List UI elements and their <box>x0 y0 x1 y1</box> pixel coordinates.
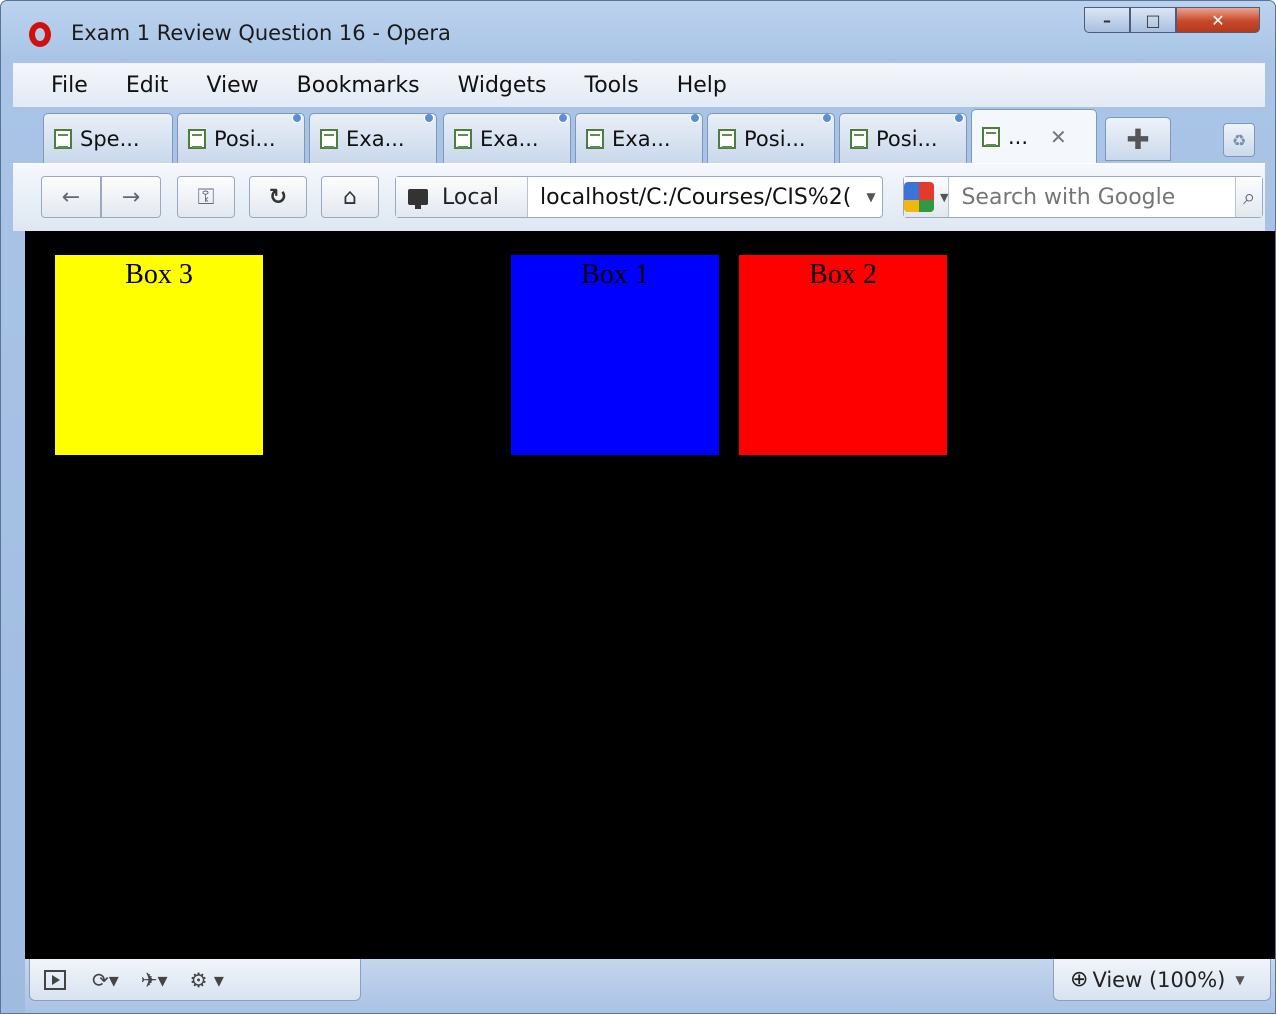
close-tab-icon[interactable]: ✕ <box>1050 125 1067 149</box>
tab-7[interactable]: Posi... <box>839 113 967 163</box>
tab-label: Spe... <box>80 126 140 151</box>
search-button[interactable]: ⌕ <box>1235 177 1262 217</box>
panel-toggle-icon[interactable] <box>44 969 66 990</box>
menu-bookmarks[interactable]: Bookmarks <box>297 73 420 98</box>
title-bar: Exam 1 Review Question 16 - Opera – □ ✕ <box>1 1 1275 63</box>
box-2: Box 2 <box>739 255 947 455</box>
search-bar: ▼ ⌕ <box>903 176 1263 218</box>
browser-window: Exam 1 Review Question 16 - Opera – □ ✕ … <box>0 0 1276 1014</box>
dragonfly-icon[interactable]: ⚙ ▾ <box>190 968 224 992</box>
forward-arrow-icon: → <box>121 184 141 210</box>
security-badge[interactable]: Local <box>396 177 528 217</box>
zoom-button[interactable]: ⊕ View (100%) ▼ <box>1053 959 1271 1001</box>
page-icon <box>454 128 472 149</box>
back-button[interactable]: ← <box>41 176 101 218</box>
tab-indicator-icon <box>690 114 700 123</box>
tab-label: Posi... <box>744 126 806 151</box>
minimize-button[interactable]: – <box>1084 7 1130 33</box>
page-icon <box>188 128 206 149</box>
page-icon <box>850 128 868 149</box>
menu-view[interactable]: View <box>206 73 258 98</box>
box-1: Box 1 <box>511 255 719 455</box>
menu-file[interactable]: File <box>51 73 88 98</box>
tab-label: Exa... <box>480 126 539 151</box>
menu-bar: File Edit View Bookmarks Widgets Tools H… <box>13 63 1265 107</box>
close-icon: ✕ <box>1211 10 1225 30</box>
box-1-label: Box 1 <box>581 259 649 290</box>
tab-indicator-icon <box>424 114 434 123</box>
tab-label: Exa... <box>612 126 671 151</box>
closed-tabs-trash-button[interactable]: ♻ <box>1223 123 1255 157</box>
back-arrow-icon: ← <box>61 184 81 210</box>
google-icon <box>904 182 934 212</box>
page-content: Box 3 Box 1 Box 2 <box>25 231 1275 959</box>
tab-4[interactable]: Exa... <box>443 113 571 163</box>
minimize-icon: – <box>1103 10 1111 30</box>
tab-label: Posi... <box>214 126 276 151</box>
tab-2[interactable]: Posi... <box>177 113 305 163</box>
tab-1[interactable]: Spe... <box>43 113 173 163</box>
home-icon: ⌂ <box>343 184 357 210</box>
home-button[interactable]: ⌂ <box>321 176 379 218</box>
menu-help[interactable]: Help <box>677 73 727 98</box>
address-bar: Local ▼ <box>395 176 883 218</box>
url-dropdown-icon[interactable]: ▼ <box>860 190 882 204</box>
maximize-button[interactable]: □ <box>1130 7 1176 33</box>
page-icon <box>54 128 72 149</box>
tab-5[interactable]: Exa... <box>575 113 703 163</box>
monitor-icon <box>408 189 428 209</box>
tab-indicator-icon <box>558 114 568 123</box>
tab-bar: Spe... Posi... Exa... Exa... Exa... Posi… <box>13 107 1265 163</box>
zoom-label: View (100%) <box>1092 967 1226 992</box>
tab-label: ... <box>1008 124 1029 149</box>
turbo-icon[interactable]: ✈▾ <box>141 968 168 992</box>
window-title: Exam 1 Review Question 16 - Opera <box>71 21 451 45</box>
opera-logo-icon <box>29 22 51 47</box>
maximize-icon: □ <box>1145 10 1161 30</box>
chevron-down-icon: ▼ <box>1235 972 1245 987</box>
status-bar: ⟳▾ ✈▾ ⚙ ▾ ⊕ View (100%) ▼ <box>25 959 1275 1013</box>
menu-tools[interactable]: Tools <box>585 73 639 98</box>
close-window-button[interactable]: ✕ <box>1176 7 1260 33</box>
navigation-bar: ← → ⚿ ↻ ⌂ Local ▼ ▼ ⌕ <box>13 163 1265 231</box>
tab-label: Exa... <box>346 126 405 151</box>
key-icon: ⚿ <box>197 184 215 210</box>
tab-indicator-icon <box>954 114 964 123</box>
unite-icon[interactable]: ⟳▾ <box>92 968 119 992</box>
search-icon: ⌕ <box>1243 184 1256 210</box>
search-engine-selector[interactable]: ▼ <box>904 177 950 217</box>
status-toolbar: ⟳▾ ✈▾ ⚙ ▾ <box>29 959 361 1001</box>
plus-icon: ✚ <box>1126 122 1150 156</box>
tab-label: Posi... <box>876 126 938 151</box>
tab-indicator-icon <box>822 114 832 123</box>
reload-button[interactable]: ↻ <box>249 176 307 218</box>
page-icon <box>718 128 736 149</box>
chevron-down-icon: ▼ <box>940 190 949 204</box>
wand-key-button[interactable]: ⚿ <box>177 176 235 218</box>
menu-edit[interactable]: Edit <box>126 73 169 98</box>
tab-6[interactable]: Posi... <box>707 113 835 163</box>
new-tab-button[interactable]: ✚ <box>1105 117 1171 161</box>
box-3: Box 3 <box>55 255 263 455</box>
url-input[interactable] <box>528 177 860 217</box>
page-icon <box>586 128 604 149</box>
tab-3[interactable]: Exa... <box>309 113 437 163</box>
security-label: Local <box>442 184 500 210</box>
tab-indicator-icon <box>292 114 302 123</box>
reload-icon: ↻ <box>268 184 288 210</box>
box-3-label: Box 3 <box>125 259 193 290</box>
forward-button[interactable]: → <box>101 176 161 218</box>
trash-icon: ♻ <box>1231 130 1247 150</box>
search-input[interactable] <box>949 177 1236 217</box>
box-2-label: Box 2 <box>809 259 877 290</box>
zoom-icon: ⊕ <box>1070 967 1089 992</box>
page-icon <box>320 128 338 149</box>
menu-widgets[interactable]: Widgets <box>458 73 547 98</box>
tab-active[interactable]: ... ✕ <box>971 109 1097 163</box>
page-icon <box>982 126 1000 147</box>
